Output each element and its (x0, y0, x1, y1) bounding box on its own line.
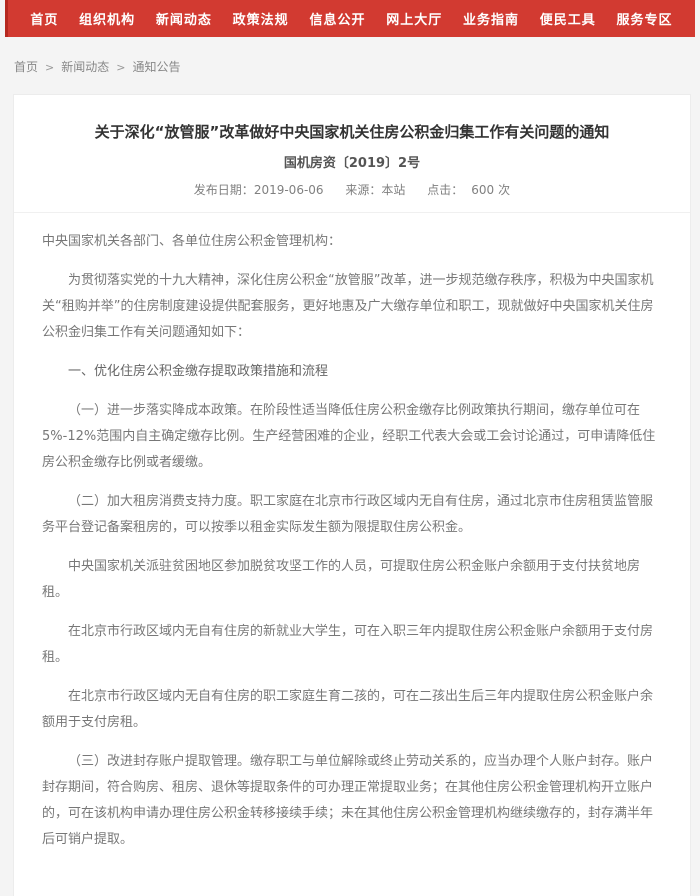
breadcrumb-item-1[interactable]: 首页 (14, 60, 38, 74)
nav-item-6[interactable]: 网上大厅 (386, 9, 442, 28)
article-salutation: 中央国家机关各部门、各单位住房公积金管理机构： (42, 234, 342, 249)
publish-date-value: 2019-06-06 (253, 183, 324, 197)
breadcrumb-item-3: 通知公告 (132, 60, 181, 74)
article-section-heading: 一、优化住房公积金缴存提取政策措施和流程 (68, 364, 329, 379)
hit-count-label: 点击： (427, 183, 464, 197)
article-paragraph-6: 中央国家机关派驻贫困地区参加脱贫攻坚工作的人员，可提取住房公积金账户余额用于支付… (42, 559, 641, 600)
source: 来源：本站 (345, 183, 405, 197)
nav-item-4[interactable]: 政策法规 (233, 9, 289, 28)
nav-item-9[interactable]: 服务专区 (617, 9, 673, 28)
publish-date-label: 发布日期： (193, 183, 254, 197)
article-header: 关于深化“放管服”改革做好中央国家机关住房公积金归集工作有关问题的通知 国机房资… (14, 95, 690, 213)
article-paragraph-4: （一）进一步落实降成本政策。在阶段性适当降低住房公积金缴存比例政策执行期间，缴存… (42, 403, 656, 470)
nav-item-1[interactable]: 首页 (30, 9, 58, 28)
nav-item-3[interactable]: 新闻动态 (156, 9, 212, 28)
source-label: 来源： (345, 183, 382, 197)
source-value: 本站 (381, 183, 406, 197)
nav-item-8[interactable]: 便民工具 (540, 9, 596, 28)
article-paragraph-7: 在北京市行政区域内无自有住房的新就业大学生，可在入职三年内提取住房公积金账户余额… (42, 624, 654, 665)
article-paragraph-2: 为贯彻落实党的十九大精神，深化住房公积金“放管服”改革，进一步规范缴存秩序，积极… (42, 273, 654, 340)
article-meta: 发布日期：2019-06-06 来源：本站 点击： 600 次 (44, 181, 660, 212)
article-paragraph-9: （三）改进封存账户提取管理。缴存职工与单位解除或终止劳动关系的，应当办理个人账户… (42, 754, 654, 847)
breadcrumb-separator: > (45, 61, 55, 74)
hit-count-value: 600 (471, 183, 495, 197)
breadcrumb-item-2[interactable]: 新闻动态 (61, 60, 109, 74)
breadcrumb: 首页 > 新闻动态 > 通知公告 (0, 37, 700, 94)
article-card: 关于深化“放管服”改革做好中央国家机关住房公积金归集工作有关问题的通知 国机房资… (13, 94, 691, 896)
article-body: 中央国家机关各部门、各单位住房公积金管理机构： 为贯彻落实党的十九大精神，深化住房… (14, 213, 690, 853)
publish-date: 发布日期：2019-06-06 (194, 183, 324, 197)
hit-count: 点击： 600 次 (427, 183, 510, 197)
breadcrumb-separator: > (116, 61, 126, 74)
document-number: 国机房资〔2019〕2号 (283, 156, 421, 171)
nav-item-7[interactable]: 业务指南 (463, 9, 519, 28)
article-paragraph-8: 在北京市行政区域内无自有住房的职工家庭生育二孩的，可在二孩出生后三年内提取住房公… (42, 689, 654, 730)
nav-item-2[interactable]: 组织机构 (79, 9, 135, 28)
article-paragraph-5: （二）加大租房消费支持力度。职工家庭在北京市行政区域内无自有住房，通过北京市住房… (42, 494, 654, 535)
nav-item-5[interactable]: 信息公开 (309, 9, 365, 28)
top-nav: 首页 组织机构 新闻动态 政策法规 信息公开 网上大厅 业务指南 便民工具 服务专区 (5, 0, 695, 37)
page-title: 关于深化“放管服”改革做好中央国家机关住房公积金归集工作有关问题的通知 (94, 123, 610, 141)
hit-count-unit: 次 (498, 183, 511, 197)
